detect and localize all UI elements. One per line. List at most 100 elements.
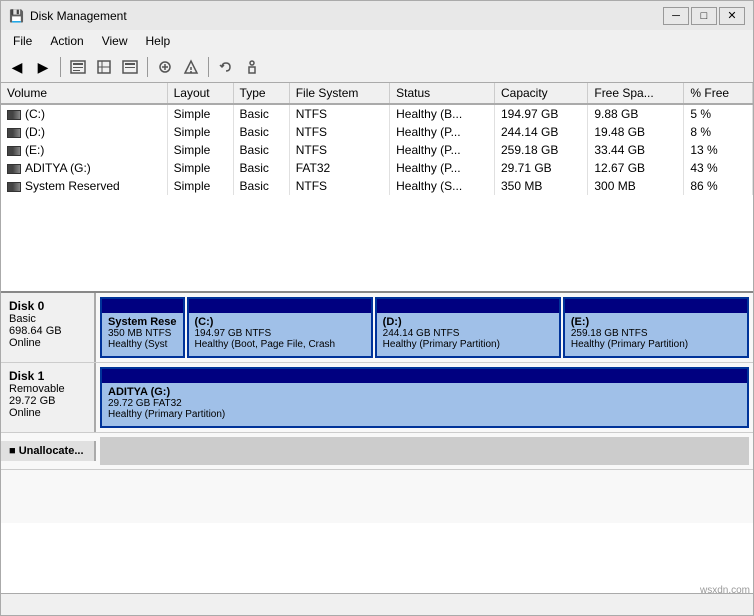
cell-status: Healthy (B... bbox=[390, 104, 495, 123]
close-button[interactable]: ✕ bbox=[719, 7, 745, 25]
col-freespace[interactable]: Free Spa... bbox=[588, 83, 684, 104]
unallocated-label: ■ Unallocate... bbox=[1, 441, 96, 461]
cell-status: Healthy (P... bbox=[390, 123, 495, 141]
cell-status: Healthy (P... bbox=[390, 159, 495, 177]
cell-layout: Simple bbox=[167, 159, 233, 177]
title-bar: 💾 Disk Management ─ □ ✕ bbox=[0, 0, 754, 30]
toolbar-btn-7[interactable] bbox=[179, 56, 203, 78]
partition-g[interactable]: ADITYA (G:) 29.72 GB FAT32 Healthy (Prim… bbox=[100, 367, 749, 428]
col-volume[interactable]: Volume bbox=[1, 83, 167, 104]
table-row[interactable]: (D:) Simple Basic NTFS Healthy (P... 244… bbox=[1, 123, 753, 141]
cell-type: Basic bbox=[233, 104, 289, 123]
forward-button[interactable]: ▶ bbox=[31, 56, 55, 78]
partition-status: Healthy (Boot, Page File, Crash bbox=[195, 339, 365, 350]
drive-icon bbox=[7, 164, 21, 174]
window-controls: ─ □ ✕ bbox=[663, 7, 745, 25]
cell-free: 12.67 GB bbox=[588, 159, 684, 177]
cell-layout: Simple bbox=[167, 141, 233, 159]
cell-pct: 43 % bbox=[684, 159, 753, 177]
menu-help[interactable]: Help bbox=[138, 32, 179, 50]
window-title: Disk Management bbox=[30, 9, 127, 23]
cell-layout: Simple bbox=[167, 177, 233, 195]
table-row[interactable]: System Reserved Simple Basic NTFS Health… bbox=[1, 177, 753, 195]
unallocated-row: ■ Unallocate... bbox=[1, 433, 753, 470]
cell-type: Basic bbox=[233, 123, 289, 141]
cell-free: 300 MB bbox=[588, 177, 684, 195]
menu-file[interactable]: File bbox=[5, 32, 40, 50]
table-row[interactable]: (E:) Simple Basic NTFS Healthy (P... 259… bbox=[1, 141, 753, 159]
col-capacity[interactable]: Capacity bbox=[494, 83, 587, 104]
volumes-table: Volume Layout Type File System Status Ca… bbox=[1, 83, 753, 195]
cell-type: Basic bbox=[233, 177, 289, 195]
menu-action[interactable]: Action bbox=[42, 32, 91, 50]
partition-header bbox=[377, 299, 559, 313]
partition-size: 244.14 GB NTFS bbox=[383, 328, 553, 339]
col-type[interactable]: Type bbox=[233, 83, 289, 104]
toolbar-btn-3[interactable] bbox=[66, 56, 90, 78]
partition-label: (E:) bbox=[571, 316, 741, 328]
main-window: Volume Layout Type File System Status Ca… bbox=[0, 82, 754, 594]
disk0-size: 698.64 GB bbox=[9, 325, 86, 337]
cell-volume: System Reserved bbox=[1, 177, 167, 195]
partition-status: Healthy (Syst bbox=[108, 339, 177, 350]
col-layout[interactable]: Layout bbox=[167, 83, 233, 104]
disk1-row: Disk 1 Removable 29.72 GB Online ADITYA … bbox=[1, 363, 753, 433]
col-status[interactable]: Status bbox=[390, 83, 495, 104]
back-button[interactable]: ◀ bbox=[5, 56, 29, 78]
cell-pct: 8 % bbox=[684, 123, 753, 141]
menu-bar: File Action View Help bbox=[0, 30, 754, 52]
table-row[interactable]: (C:) Simple Basic NTFS Healthy (B... 194… bbox=[1, 104, 753, 123]
partition-e[interactable]: (E:) 259.18 GB NTFS Healthy (Primary Par… bbox=[563, 297, 749, 358]
col-filesystem[interactable]: File System bbox=[289, 83, 389, 104]
partition-system-reserved[interactable]: System Rese 350 MB NTFS Healthy (Syst bbox=[100, 297, 185, 358]
toolbar-btn-6[interactable] bbox=[153, 56, 177, 78]
col-pctfree[interactable]: % Free bbox=[684, 83, 753, 104]
watermark: wsxdn.com bbox=[700, 585, 750, 596]
cell-layout: Simple bbox=[167, 123, 233, 141]
toolbar-btn-4[interactable] bbox=[92, 56, 116, 78]
partition-label: ADITYA (G:) bbox=[108, 386, 741, 398]
unallocated-text: ■ Unallocate... bbox=[9, 445, 86, 457]
disk0-partitions: System Rese 350 MB NTFS Healthy (Syst (C… bbox=[96, 293, 753, 362]
cell-volume: (C:) bbox=[1, 104, 167, 123]
partition-size: 29.72 GB FAT32 bbox=[108, 398, 741, 409]
disk0-row: Disk 0 Basic 698.64 GB Online System Res… bbox=[1, 293, 753, 363]
toolbar-btn-undo[interactable] bbox=[214, 56, 238, 78]
maximize-button[interactable]: □ bbox=[691, 7, 717, 25]
partition-status: Healthy (Primary Partition) bbox=[383, 339, 553, 350]
cell-type: Basic bbox=[233, 141, 289, 159]
menu-view[interactable]: View bbox=[94, 32, 136, 50]
partition-label: System Rese bbox=[108, 316, 177, 328]
cell-volume: ADITYA (G:) bbox=[1, 159, 167, 177]
partition-header bbox=[189, 299, 371, 313]
app-icon: 💾 bbox=[9, 9, 24, 23]
cell-layout: Simple bbox=[167, 104, 233, 123]
partition-header bbox=[102, 369, 747, 383]
cell-pct: 86 % bbox=[684, 177, 753, 195]
disk0-label: Disk 0 Basic 698.64 GB Online bbox=[1, 293, 96, 362]
partition-d[interactable]: (D:) 244.14 GB NTFS Healthy (Primary Par… bbox=[375, 297, 561, 358]
disk0-name: Disk 0 bbox=[9, 299, 86, 313]
cell-volume: (E:) bbox=[1, 141, 167, 159]
cell-free: 19.48 GB bbox=[588, 123, 684, 141]
cell-fs: NTFS bbox=[289, 123, 389, 141]
toolbar-btn-properties[interactable] bbox=[240, 56, 264, 78]
cell-free: 33.44 GB bbox=[588, 141, 684, 159]
cell-status: Healthy (P... bbox=[390, 141, 495, 159]
partition-c[interactable]: (C:) 194.97 GB NTFS Healthy (Boot, Page … bbox=[187, 297, 373, 358]
minimize-button[interactable]: ─ bbox=[663, 7, 689, 25]
partition-label: (C:) bbox=[195, 316, 365, 328]
partition-status: Healthy (Primary Partition) bbox=[571, 339, 741, 350]
toolbar-separator-3 bbox=[208, 57, 209, 77]
cell-fs: NTFS bbox=[289, 177, 389, 195]
disk1-name: Disk 1 bbox=[9, 369, 86, 383]
cell-capacity: 244.14 GB bbox=[494, 123, 587, 141]
toolbar-btn-5[interactable] bbox=[118, 56, 142, 78]
cell-status: Healthy (S... bbox=[390, 177, 495, 195]
partition-status: Healthy (Primary Partition) bbox=[108, 409, 741, 420]
cell-volume: (D:) bbox=[1, 123, 167, 141]
toolbar: ◀ ▶ bbox=[0, 52, 754, 82]
table-area[interactable]: Volume Layout Type File System Status Ca… bbox=[1, 83, 753, 293]
partition-size: 194.97 GB NTFS bbox=[195, 328, 365, 339]
table-row[interactable]: ADITYA (G:) Simple Basic FAT32 Healthy (… bbox=[1, 159, 753, 177]
